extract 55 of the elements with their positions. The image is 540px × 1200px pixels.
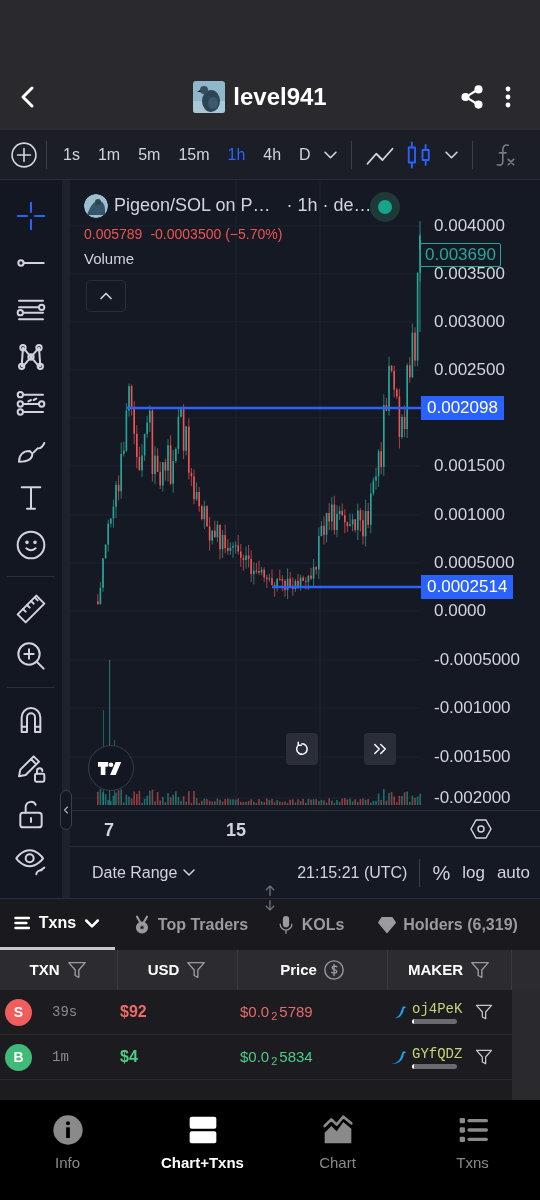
price-line-label: 0.002098 [421, 396, 504, 420]
price-line-label: 0.0002514 [421, 575, 514, 599]
scale-option-button[interactable]: auto [490, 859, 540, 886]
price-axis-label: 0.0005000 [434, 553, 515, 573]
time-axis-label: 15 [226, 819, 247, 842]
scale-option-button[interactable]: % [426, 857, 457, 888]
panel-tab[interactable]: Holders (6,319) [355, 899, 540, 950]
token-title: level941 [233, 82, 327, 112]
table-cell: $4 [120, 1048, 138, 1065]
side-badge: B [5, 1043, 32, 1071]
timeframe-tab[interactable]: 15m [170, 137, 218, 172]
timeframe-tab[interactable]: D [291, 137, 319, 172]
table-cell: $92 [120, 1003, 147, 1020]
bottom-nav-item[interactable]: Chart [270, 1100, 405, 1200]
table-cell: $0.0$_{2}$ 5834 [240, 1048, 313, 1065]
price-axis-label: 0.002500 [434, 360, 505, 380]
date-range-dropdown[interactable]: Date Range [92, 860, 196, 885]
scale-option-button[interactable]: log [456, 859, 491, 886]
time-label: 21:15:21 (UTC) [297, 862, 408, 883]
bottom-nav-item[interactable]: Info [0, 1100, 135, 1200]
table-cell: $0.0$_{2}$ 5789 [240, 1003, 313, 1020]
price-axis-label: 0.003000 [434, 312, 505, 332]
column-header: USD [147, 959, 180, 980]
timeframe-tab[interactable]: 5m [130, 137, 169, 172]
bottom-nav-item[interactable]: Txns [405, 1100, 540, 1200]
maker-address[interactable]: GYfQDZ [412, 1045, 463, 1062]
price-axis-label: -0.0005000 [434, 650, 521, 670]
volume-label: Volume [84, 249, 135, 269]
column-header: TXN [29, 959, 60, 980]
timeframe-tab[interactable]: 4h [255, 137, 290, 172]
table-cell-text: 1m [52, 1047, 69, 1067]
panel-tab[interactable]: Top Traders [115, 899, 265, 950]
bottom-nav-item[interactable]: Chart+Txns [135, 1100, 270, 1200]
current-price-label: 0.003690 [420, 243, 501, 267]
column-header: Price [280, 959, 317, 980]
timeframe-tab[interactable]: 1s [55, 137, 88, 172]
price-axis-label: 0.004000 [434, 216, 505, 236]
price-axis-label: 0.001000 [434, 505, 505, 525]
side-badge: S [5, 998, 32, 1026]
table-cell-text: 39s [52, 1002, 78, 1022]
interval-label: · 1h · de… [286, 194, 372, 217]
time-axis-label: 7 [104, 819, 114, 842]
panel-tab[interactable]: KOLs [265, 899, 355, 950]
symbol-title: Pigeon/SOL on P… [114, 194, 271, 217]
timeframe-tab[interactable]: 1m [89, 137, 129, 172]
price-axis-label: -0.002000 [434, 788, 511, 808]
price-axis-label: 0.0000 [434, 601, 486, 621]
maker-address[interactable]: oj4PeK [412, 1000, 463, 1017]
price-axis-label: -0.001500 [434, 747, 511, 767]
price-axis-label: 0.003500 [434, 264, 505, 284]
column-header: MAKER [408, 959, 463, 980]
last-price: 0.005789 [84, 225, 143, 244]
price-axis-label: -0.001000 [434, 698, 511, 718]
price-change: -0.0003500 (−5.70%) [150, 225, 283, 244]
price-axis-label: 0.001500 [434, 456, 505, 476]
